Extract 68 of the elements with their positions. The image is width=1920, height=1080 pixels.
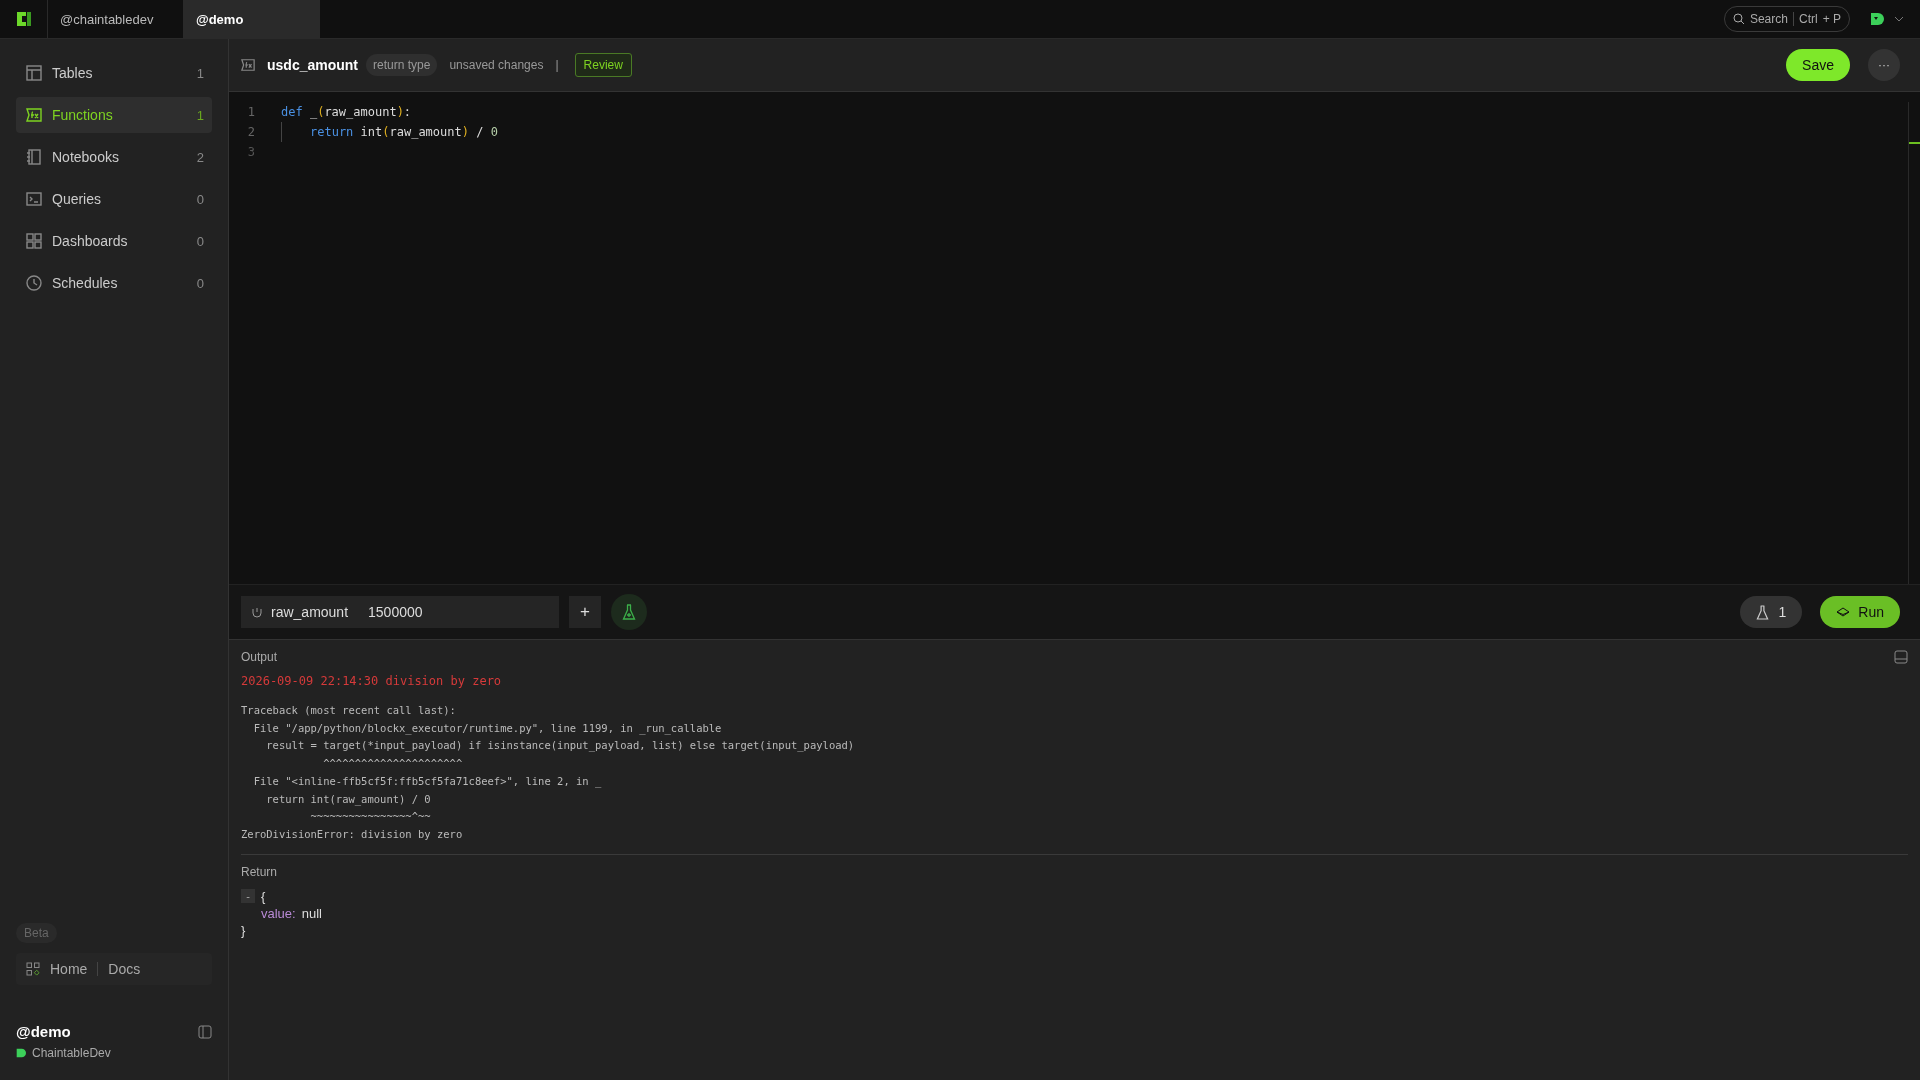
flask-icon [1755, 604, 1769, 620]
collapse-button[interactable]: - [241, 889, 255, 904]
return-type-tag[interactable]: return type [366, 54, 438, 76]
traceback-line: File "/app/python/blockx_executor/runtime.py", line 1199, in _run_callable [252, 720, 723, 737]
traceback-line: return int(raw_amount) / 0 [265, 791, 432, 808]
review-button[interactable]: Review [574, 53, 632, 77]
sidebar-toggle-icon[interactable] [198, 1024, 212, 1039]
apps-icon [26, 962, 40, 976]
traceback-line: ^^^^^^^^^^^^^^^^^^^^^^ [322, 756, 464, 772]
add-parameter-button[interactable]: + [569, 596, 601, 628]
search-label: Search [1749, 12, 1788, 26]
clock-icon [26, 275, 42, 291]
line-number: 2 [246, 125, 256, 139]
nav-link[interactable]: Home [50, 961, 88, 977]
sidebar-item[interactable]: Tables 1 [16, 55, 212, 91]
shortcut-key: + P [1822, 12, 1841, 26]
json-brace: } [241, 922, 246, 938]
add-test-button[interactable] [611, 594, 647, 630]
parameter-field[interactable]: raw_amount 1500000 [241, 596, 559, 628]
panel-toggle-icon[interactable] [1894, 650, 1908, 664]
workspace-tab[interactable]: @demo [184, 0, 320, 38]
json-value: null [301, 905, 322, 921]
terminal-icon [26, 191, 42, 207]
traceback-line: ~~~~~~~~~~~~~~~~^~~ [309, 809, 432, 825]
nav-link[interactable]: Docs [108, 961, 141, 977]
sidebar-item[interactable]: Functions 1 [16, 97, 212, 133]
json-key: value: [261, 905, 296, 921]
code-line: def _(raw_amount): [281, 105, 412, 119]
run-button[interactable]: Run [1820, 596, 1900, 628]
sidebar-item[interactable]: Schedules 0 [16, 265, 212, 301]
traceback-line: result = target(*input_payload) if isinstance(input_payload, list) else target(input_payload) [265, 738, 856, 754]
save-status: unsaved changes [449, 58, 544, 72]
dashboard-icon [26, 233, 42, 249]
traceback-line: ZeroDivisionError: division by zero [241, 826, 464, 842]
line-number: 1 [246, 105, 256, 119]
chevron-down-icon[interactable] [1894, 16, 1904, 22]
beta-badge: Beta [16, 923, 57, 943]
flask-icon [622, 604, 636, 620]
workspace-name: @demo [16, 1023, 71, 1040]
tests-button[interactable]: 1 [1739, 596, 1803, 628]
more-button[interactable]: ··· [1868, 49, 1900, 81]
search-icon [1732, 13, 1745, 25]
output-title: Output [241, 650, 278, 664]
shortcut-key: Ctrl [1792, 12, 1818, 26]
function-icon [241, 58, 255, 72]
account-icon [16, 1048, 26, 1058]
avatar-icon[interactable] [1870, 12, 1884, 26]
json-brace: { [261, 888, 266, 904]
return-title: Return [241, 864, 279, 879]
app-logo-icon[interactable] [14, 10, 33, 28]
traceback-line: File "<inline-ffb5cf5f:ffb5cf5fa71c8eef>", line 2, in _ [252, 773, 603, 790]
sidebar-item[interactable]: Notebooks 2 [16, 139, 212, 175]
save-button[interactable]: Save [1786, 49, 1850, 81]
integer-type-icon [251, 606, 263, 618]
code-line: return int(raw_amount) / 0 [310, 125, 498, 139]
line-number: 3 [246, 145, 256, 159]
function-name: usdc_amount [267, 57, 358, 73]
separator-text: | [555, 58, 559, 72]
sidebar-item[interactable]: Queries 0 [16, 181, 212, 217]
error-message: 2026-09-09 22:14:30 division by zero [241, 674, 503, 688]
traceback-line: Traceback (most recent call last): [241, 703, 457, 718]
sidebar-item[interactable]: Dashboards 0 [16, 223, 212, 259]
account-name: ChaintableDev [32, 1046, 111, 1060]
parameter-value-input[interactable]: 1500000 [368, 604, 529, 620]
layers-icon [1836, 607, 1851, 617]
table-icon [26, 65, 42, 81]
notebook-icon [26, 149, 42, 165]
function-icon [26, 107, 42, 123]
